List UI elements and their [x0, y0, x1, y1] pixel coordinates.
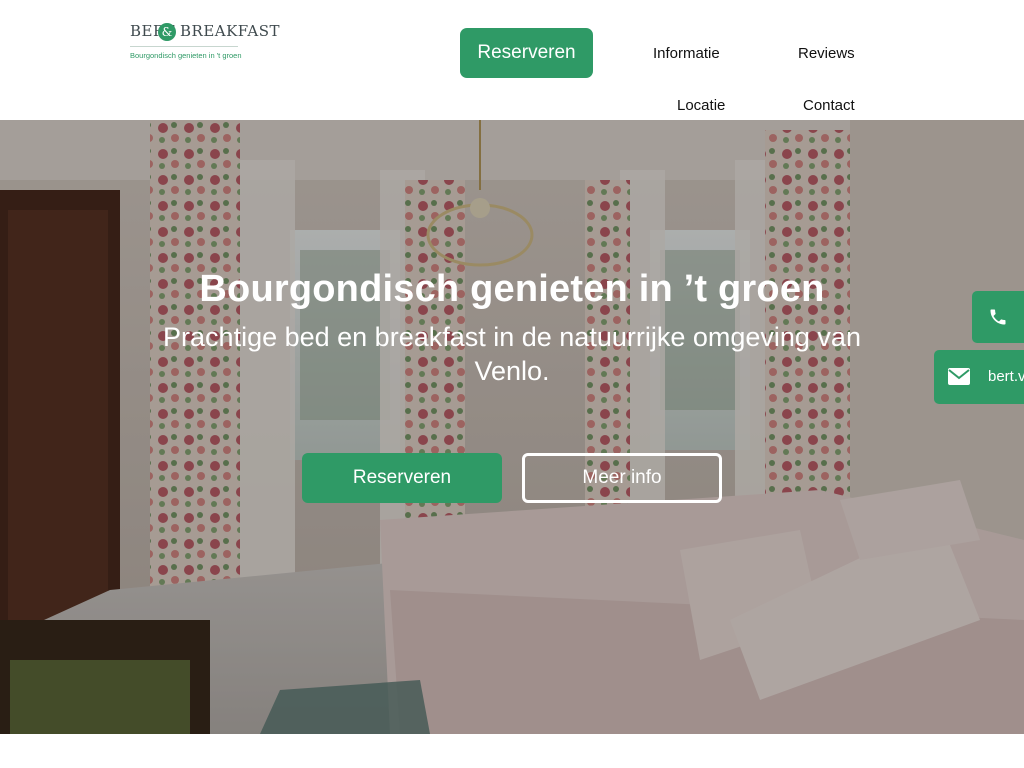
- reserve-button-hero[interactable]: Reserveren: [302, 453, 502, 503]
- phone-contact-tab[interactable]: [972, 291, 1024, 343]
- brand-logo[interactable]: BERT & BREAKFAST Bourgondisch genieten i…: [130, 22, 280, 66]
- nav-item-contact[interactable]: Contact: [803, 97, 855, 114]
- hero-section: Bourgondisch genieten in ’t groen Pracht…: [0, 120, 1024, 734]
- logo-divider: [130, 46, 238, 47]
- hero-title: Bourgondisch genieten in ’t groen: [199, 268, 825, 310]
- phone-icon: [990, 309, 1006, 325]
- site-header: BERT & BREAKFAST Bourgondisch genieten i…: [0, 0, 1024, 120]
- more-info-button[interactable]: Meer info: [522, 453, 722, 503]
- nav-item-locatie[interactable]: Locatie: [677, 97, 725, 114]
- email-address-text: bert.v: [988, 368, 1024, 385]
- logo-ampersand: &: [158, 23, 176, 41]
- logo-word-right: BREAKFAST: [180, 22, 281, 40]
- nav-item-informatie[interactable]: Informatie: [653, 45, 720, 62]
- nav-item-reviews[interactable]: Reviews: [798, 45, 855, 62]
- logo-tagline: Bourgondisch genieten in 't groen: [130, 51, 242, 60]
- page: BERT & BREAKFAST Bourgondisch genieten i…: [0, 0, 1024, 768]
- hero-subtitle: Prachtige bed en breakfast in de natuurr…: [163, 322, 861, 386]
- hero-dark-overlay: [0, 120, 1024, 734]
- reserve-button-header[interactable]: Reserveren: [460, 28, 593, 78]
- email-contact-tab[interactable]: bert.v: [934, 350, 1024, 404]
- envelope-icon: [948, 368, 970, 385]
